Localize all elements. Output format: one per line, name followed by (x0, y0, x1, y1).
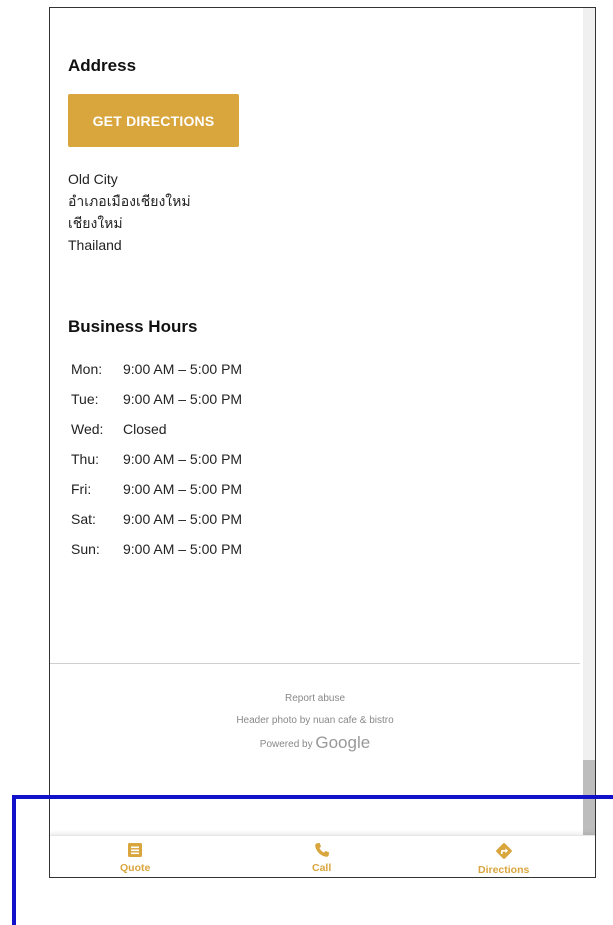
day-label: Thu: (71, 451, 100, 467)
directions-action[interactable]: Directions (478, 842, 529, 876)
footer: Report abuse Header photo by nuan cafe &… (50, 688, 580, 756)
address-line-1: Old City (68, 171, 118, 187)
day-label: Sat: (71, 511, 96, 527)
photo-credit: Header photo by nuan cafe & bistro (236, 715, 394, 726)
scrollbar-track[interactable] (583, 8, 595, 877)
directions-icon (495, 843, 512, 859)
hours-value: 9:00 AM – 5:00 PM (123, 361, 243, 377)
hours-row: Fri: 9:00 AM – 5:00 PM (71, 478, 246, 508)
day-label: Wed: (71, 421, 104, 437)
business-hours-heading: Business Hours (68, 317, 198, 336)
call-label: Call (312, 862, 332, 874)
annotation-line-vertical (12, 795, 16, 925)
address-line-4: Thailand (68, 237, 122, 253)
day-label: Tue: (71, 391, 99, 407)
powered-by-label: Powered by (259, 739, 313, 750)
hours-row: Thu: 9:00 AM – 5:00 PM (71, 448, 246, 478)
powered-by: Powered by Google (50, 732, 580, 756)
quote-action[interactable]: Quote (120, 842, 150, 874)
scrollbar-thumb[interactable] (583, 760, 595, 842)
annotation-line-horizontal (12, 795, 613, 799)
address-line-3: เชียงใหม่ (68, 215, 123, 231)
address-heading: Address (68, 56, 137, 75)
hours-row: Mon: 9:00 AM – 5:00 PM (71, 358, 246, 388)
hours-value: 9:00 AM – 5:00 PM (123, 541, 243, 557)
address-block: Old City อำเภอเมืองเชียงใหม่ เชียงใหม่ T… (68, 168, 191, 256)
address-line-2: อำเภอเมืองเชียงใหม่ (68, 193, 191, 209)
page-frame: Address GET DIRECTIONS Old City อำเภอเมื… (49, 7, 596, 878)
business-hours-table: Mon: 9:00 AM – 5:00 PM Tue: 9:00 AM – 5:00… (71, 358, 246, 568)
day-label: Sun: (71, 541, 100, 557)
hours-value: 9:00 AM – 5:00 PM (123, 391, 243, 407)
quote-label: Quote (120, 862, 151, 874)
day-label: Mon: (71, 361, 103, 377)
google-logo[interactable]: Google (315, 733, 370, 752)
report-abuse-link[interactable]: Report abuse (50, 688, 580, 710)
bottom-action-bar: Quote Call Directions (50, 835, 595, 877)
get-directions-button[interactable]: GET DIRECTIONS (68, 94, 239, 147)
hours-value: Closed (123, 421, 167, 437)
hours-row: Sun: 9:00 AM – 5:00 PM (71, 538, 246, 568)
phone-icon (314, 843, 329, 857)
hours-row: Wed: Closed (71, 418, 246, 448)
hours-value: 9:00 AM – 5:00 PM (123, 511, 243, 527)
hours-value: 9:00 AM – 5:00 PM (123, 481, 243, 497)
quote-icon (128, 843, 143, 857)
hours-row: Tue: 9:00 AM – 5:00 PM (71, 388, 246, 418)
hours-value: 9:00 AM – 5:00 PM (123, 451, 243, 467)
footer-divider (50, 663, 580, 664)
day-label: Fri: (71, 481, 92, 497)
call-action[interactable]: Call (312, 842, 331, 874)
directions-label: Directions (478, 864, 530, 876)
hours-row: Sat: 9:00 AM – 5:00 PM (71, 508, 246, 538)
